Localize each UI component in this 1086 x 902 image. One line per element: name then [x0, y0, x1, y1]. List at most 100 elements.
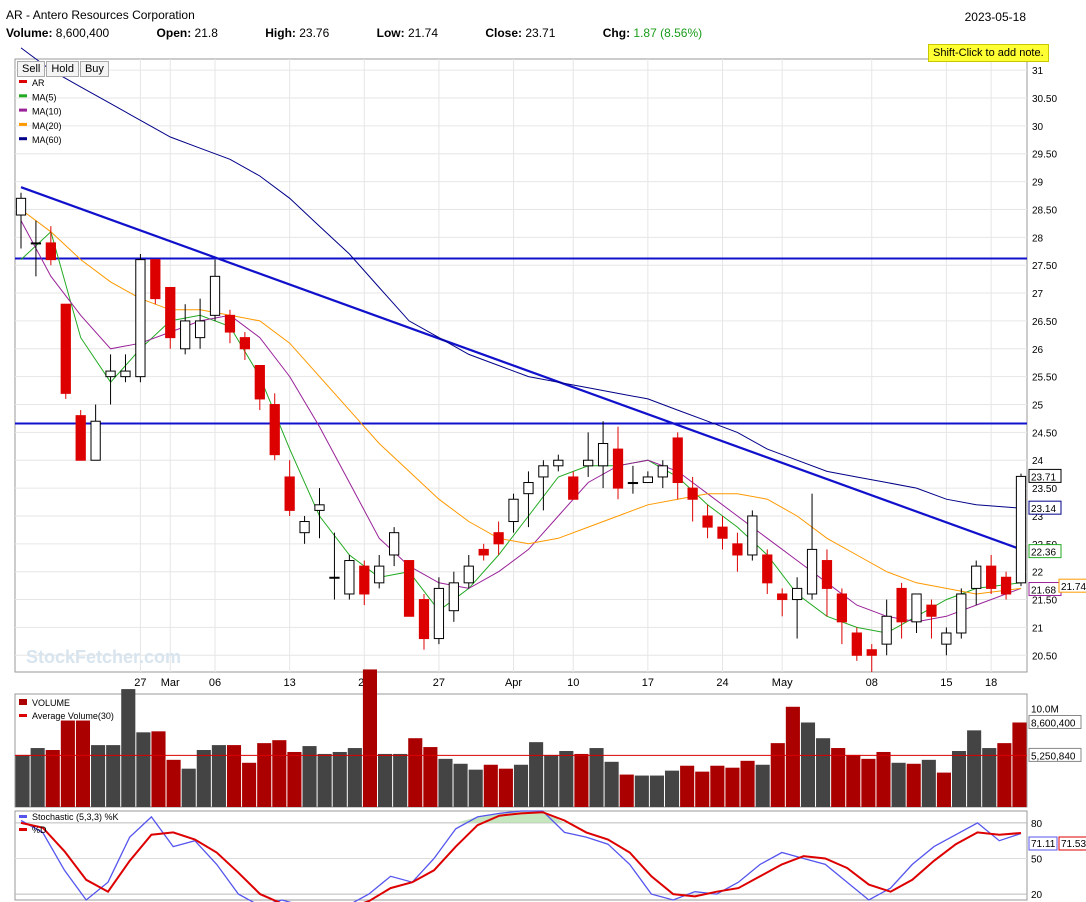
candle [60, 303, 71, 394]
volume-bar [997, 743, 1012, 807]
volume-bar [196, 750, 211, 807]
price-tag-label: 21.68 [1031, 586, 1056, 597]
candle [433, 587, 445, 640]
volume-bar [921, 759, 936, 807]
candle [806, 548, 818, 595]
volume-bar [846, 754, 861, 807]
x-tick-label: 15 [940, 677, 952, 689]
volume-bar [75, 720, 91, 807]
volume-bar [498, 768, 513, 807]
volume-bar [680, 765, 695, 807]
volume-bar [906, 763, 921, 807]
legend-swatch [19, 80, 27, 83]
candle [45, 242, 56, 261]
legend-entry: Stochastic (5,3,3) %K [32, 812, 119, 822]
volume-bar [634, 775, 649, 807]
sell-button[interactable]: Sell [17, 61, 46, 77]
candle [971, 565, 982, 589]
y-tick-label: 28 [1032, 233, 1044, 244]
candle [747, 515, 758, 556]
candle [777, 593, 788, 601]
stochastic-tag-label: 71.11 [1031, 839, 1056, 850]
volume-bar [483, 764, 498, 807]
legend-entry: MA(5) [32, 92, 57, 102]
candle [553, 459, 564, 467]
candle [1015, 475, 1027, 584]
volume-bar [15, 754, 30, 807]
volume-bar [770, 743, 785, 807]
y-tick-label: 21 [1032, 623, 1044, 634]
y-tick-label: 29.50 [1032, 150, 1057, 161]
x-tick-label: 18 [985, 677, 997, 689]
candle [239, 337, 251, 350]
y-tick-label: 29 [1032, 178, 1044, 189]
y-tick-label: 23.50 [1032, 484, 1057, 495]
x-tick-label: 10 [567, 677, 579, 689]
candle [538, 465, 549, 478]
candle [165, 286, 176, 339]
volume-bar [453, 763, 468, 807]
candle [194, 320, 206, 339]
y-tick-label: 22 [1032, 568, 1044, 579]
candle [986, 565, 997, 589]
y-tick-label: 27 [1032, 289, 1044, 300]
candle [90, 420, 101, 461]
volume-bar [317, 753, 332, 807]
x-tick-label: Apr [505, 677, 522, 689]
candle [717, 526, 728, 539]
volume-bar [1012, 722, 1027, 807]
candle [941, 632, 952, 645]
y-tick-label: 21.50 [1032, 596, 1057, 607]
candle [105, 370, 116, 378]
hold-button[interactable]: Hold [46, 61, 79, 77]
legend-entry: MA(10) [32, 107, 62, 117]
candle [329, 576, 340, 579]
stock-chart[interactable]: 31 30.50 30 29.50 29 28.50 28 27.50 27 26.50 26 25.… [0, 0, 1086, 902]
y-tick-label: 31 [1032, 66, 1044, 77]
volume-bar [755, 764, 770, 807]
y-tick-label: 50 [1031, 854, 1043, 865]
candle [836, 593, 848, 623]
candle [583, 459, 594, 467]
candle [389, 532, 400, 556]
legend-swatch [19, 699, 27, 705]
candle [1000, 576, 1012, 595]
volume-bar [544, 754, 559, 807]
candle [627, 482, 639, 485]
legend-entry: AR [32, 78, 45, 88]
candle [299, 521, 310, 534]
candle [612, 448, 624, 489]
y-tick-label: 24 [1032, 456, 1044, 467]
x-tick-label: 17 [642, 677, 654, 689]
volume-bar [393, 753, 408, 807]
candle [926, 604, 937, 617]
candle [866, 649, 877, 656]
candle [359, 565, 370, 595]
candle [597, 443, 609, 467]
volume-bar [211, 745, 226, 807]
buy-button[interactable]: Buy [79, 61, 109, 77]
volume-bar [332, 751, 347, 807]
volume-bar [529, 742, 544, 807]
candle [374, 565, 385, 584]
volume-bar [242, 762, 257, 807]
volume-bar [362, 669, 378, 807]
volume-bar [831, 748, 846, 807]
volume-bar [378, 753, 393, 807]
x-tick-label: May [772, 677, 793, 689]
candle [269, 404, 280, 456]
volume-bar [151, 731, 166, 807]
candle [209, 275, 221, 316]
candle [150, 259, 161, 300]
x-tick-label: Mar [161, 677, 180, 689]
y-tick-label: 28.50 [1032, 205, 1057, 216]
candle [463, 565, 474, 584]
volume-bar [982, 748, 997, 807]
volume-bar [438, 758, 453, 807]
volume-bar [695, 771, 710, 807]
volume-bar [226, 745, 242, 807]
volume-bar [664, 770, 680, 807]
volume-bar [816, 738, 831, 807]
candle [448, 582, 459, 612]
legend-swatch [19, 137, 27, 141]
